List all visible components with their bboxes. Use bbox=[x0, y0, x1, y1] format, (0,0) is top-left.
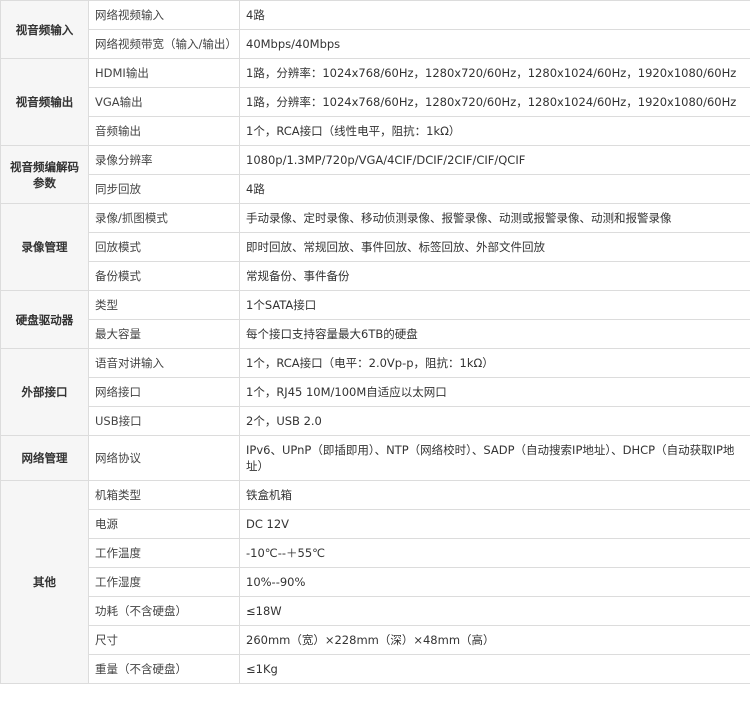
spec-key: 网络接口 bbox=[88, 377, 240, 407]
table-row: 回放模式 即时回放、常规回放、事件回放、标签回放、外部文件回放 bbox=[1, 232, 750, 262]
spec-key: 回放模式 bbox=[88, 232, 240, 262]
spec-value: 1个，RJ45 10M/100M自适应以太网口 bbox=[239, 377, 750, 407]
section-title: 其他 bbox=[0, 480, 89, 684]
spec-key: 最大容量 bbox=[88, 319, 240, 349]
spec-value: 即时回放、常规回放、事件回放、标签回放、外部文件回放 bbox=[239, 232, 750, 262]
table-row: 最大容量 每个接口支持容量最大6TB的硬盘 bbox=[1, 319, 750, 349]
spec-key: 工作温度 bbox=[88, 538, 240, 568]
table-row: 功耗（不含硬盘） ≤18W bbox=[1, 596, 750, 626]
section-title: 网络管理 bbox=[0, 435, 89, 481]
spec-value: 4路 bbox=[239, 0, 750, 30]
spec-key: HDMI输出 bbox=[88, 58, 240, 88]
spec-value: 每个接口支持容量最大6TB的硬盘 bbox=[239, 319, 750, 349]
spec-key: 功耗（不含硬盘） bbox=[88, 596, 240, 626]
table-row: 网络视频带宽（输入/输出） 40Mbps/40Mbps bbox=[1, 29, 750, 59]
section-title: 视音频输出 bbox=[0, 58, 89, 146]
section-title: 视音频编解码参数 bbox=[0, 145, 89, 204]
spec-value: 1080p/1.3MP/720p/VGA/4CIF/DCIF/2CIF/CIF/… bbox=[239, 145, 750, 175]
spec-key: 机箱类型 bbox=[88, 480, 240, 510]
table-row: 视音频输入 网络视频输入 4路 bbox=[0, 0, 750, 59]
table-row: USB接口 2个，USB 2.0 bbox=[1, 406, 750, 436]
table-row: 外部接口 语音对讲输入 1个，RCA接口（电平：2.0Vp-p，阻抗：1kΩ） bbox=[0, 348, 750, 436]
spec-key: 类型 bbox=[88, 290, 240, 320]
spec-value: ≤18W bbox=[239, 596, 750, 626]
spec-table: 视音频输入 网络视频输入 4路 网络视频带宽（输入/输出） 40Mbps/40M… bbox=[0, 0, 750, 684]
spec-table-body: 视音频输入 网络视频输入 4路 网络视频带宽（输入/输出） 40Mbps/40M… bbox=[0, 0, 750, 684]
spec-key: 网络视频输入 bbox=[88, 0, 240, 30]
table-row: 视音频输出 HDMI输出 1路，分辨率：1024x768/60Hz，1280x7… bbox=[0, 58, 750, 146]
table-row: 其他 机箱类型 铁盒机箱 bbox=[0, 480, 750, 684]
section-title: 视音频输入 bbox=[0, 0, 89, 59]
spec-key: 录像分辨率 bbox=[88, 145, 240, 175]
spec-key: 同步回放 bbox=[88, 174, 240, 204]
section-title: 外部接口 bbox=[0, 348, 89, 436]
table-row: 音频输出 1个，RCA接口（线性电平，阻抗：1kΩ） bbox=[1, 116, 750, 146]
spec-key: 音频输出 bbox=[88, 116, 240, 146]
spec-key: USB接口 bbox=[88, 406, 240, 436]
spec-value: 1个，RCA接口（电平：2.0Vp-p，阻抗：1kΩ） bbox=[239, 348, 750, 378]
spec-value: 2个，USB 2.0 bbox=[239, 406, 750, 436]
spec-key: 备份模式 bbox=[88, 261, 240, 291]
spec-value: ≤1Kg bbox=[239, 654, 750, 684]
spec-value: 10%--90% bbox=[239, 567, 750, 597]
table-row: 网络接口 1个，RJ45 10M/100M自适应以太网口 bbox=[1, 377, 750, 407]
section-title: 硬盘驱动器 bbox=[0, 290, 89, 349]
table-row: 工作温度 -10℃--＋55℃ bbox=[1, 538, 750, 568]
table-row: 尺寸 260mm（宽）×228mm（深）×48mm（高） bbox=[1, 625, 750, 655]
spec-value: -10℃--＋55℃ bbox=[239, 538, 750, 568]
spec-key: 重量（不含硬盘） bbox=[88, 654, 240, 684]
table-row: 网络管理 网络协议 IPv6、UPnP（即插即用）、NTP（网络校时）、SADP… bbox=[0, 435, 750, 481]
spec-value: 1个SATA接口 bbox=[239, 290, 750, 320]
spec-key: 录像/抓图模式 bbox=[88, 203, 240, 233]
table-row: 同步回放 4路 bbox=[1, 174, 750, 204]
table-row: 硬盘驱动器 类型 1个SATA接口 bbox=[0, 290, 750, 349]
spec-key: VGA输出 bbox=[88, 87, 240, 117]
spec-key: 网络协议 bbox=[88, 435, 240, 481]
spec-key: 工作湿度 bbox=[88, 567, 240, 597]
spec-value: 铁盒机箱 bbox=[239, 480, 750, 510]
spec-value: 常规备份、事件备份 bbox=[239, 261, 750, 291]
spec-value: IPv6、UPnP（即插即用）、NTP（网络校时）、SADP（自动搜索IP地址）… bbox=[239, 435, 750, 481]
spec-value: 4路 bbox=[239, 174, 750, 204]
spec-value: DC 12V bbox=[239, 509, 750, 539]
table-row: 工作湿度 10%--90% bbox=[1, 567, 750, 597]
table-row: 备份模式 常规备份、事件备份 bbox=[1, 261, 750, 291]
spec-key: 网络视频带宽（输入/输出） bbox=[88, 29, 240, 59]
table-row: VGA输出 1路，分辨率：1024x768/60Hz，1280x720/60Hz… bbox=[1, 87, 750, 117]
table-row: 重量（不含硬盘） ≤1Kg bbox=[1, 654, 750, 684]
table-row: 视音频编解码参数 录像分辨率 1080p/1.3MP/720p/VGA/4CIF… bbox=[0, 145, 750, 204]
table-row: 录像管理 录像/抓图模式 手动录像、定时录像、移动侦测录像、报警录像、动测或报警… bbox=[0, 203, 750, 291]
section-title: 录像管理 bbox=[0, 203, 89, 291]
spec-value: 手动录像、定时录像、移动侦测录像、报警录像、动测或报警录像、动测和报警录像 bbox=[239, 203, 750, 233]
spec-value: 1个，RCA接口（线性电平，阻抗：1kΩ） bbox=[239, 116, 750, 146]
table-row: 电源 DC 12V bbox=[1, 509, 750, 539]
spec-value: 40Mbps/40Mbps bbox=[239, 29, 750, 59]
spec-key: 电源 bbox=[88, 509, 240, 539]
spec-key: 尺寸 bbox=[88, 625, 240, 655]
spec-key: 语音对讲输入 bbox=[88, 348, 240, 378]
spec-value: 1路，分辨率：1024x768/60Hz，1280x720/60Hz，1280x… bbox=[239, 87, 750, 117]
spec-value: 260mm（宽）×228mm（深）×48mm（高） bbox=[239, 625, 750, 655]
spec-value: 1路，分辨率：1024x768/60Hz，1280x720/60Hz，1280x… bbox=[239, 58, 750, 88]
